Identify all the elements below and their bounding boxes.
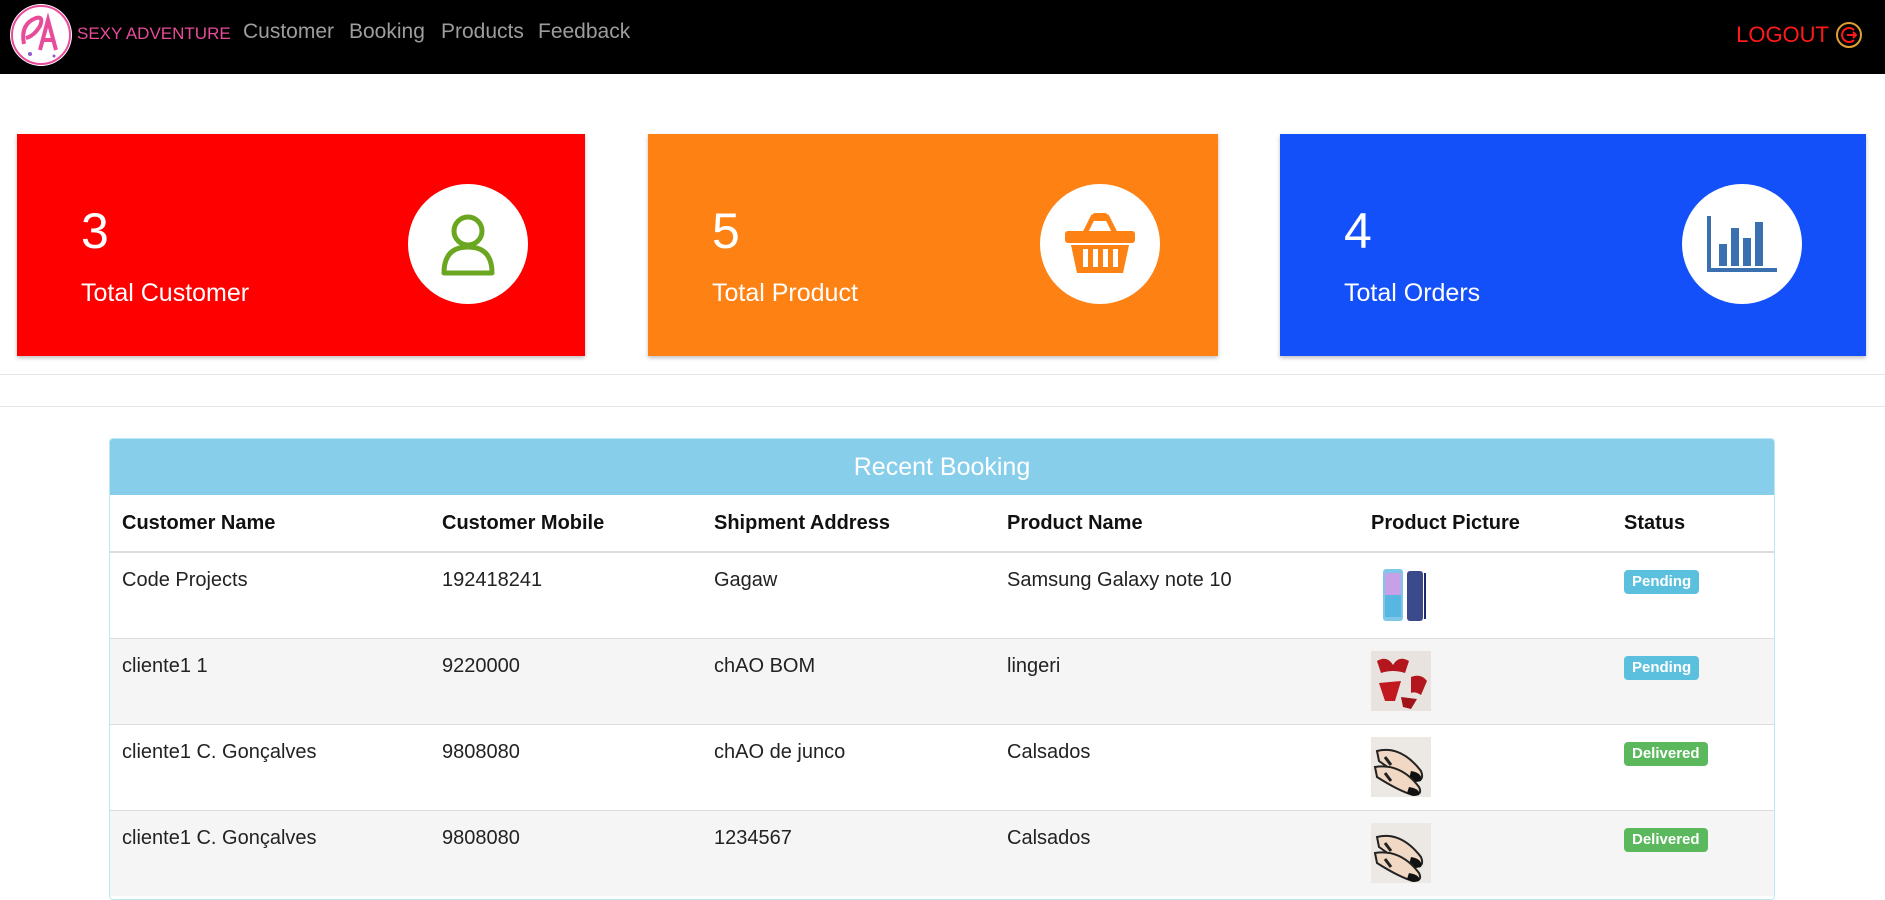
cell-shipment-address: chAO BOM bbox=[702, 638, 995, 725]
nav-booking[interactable]: Booking bbox=[349, 20, 425, 44]
stat-value: 4 bbox=[1344, 203, 1372, 259]
stat-label: Total Orders bbox=[1344, 279, 1481, 307]
stat-icon-circle bbox=[1682, 184, 1802, 304]
col-customer-name: Customer Name bbox=[110, 495, 430, 553]
cell-customer-mobile: 9220000 bbox=[430, 638, 702, 725]
cell-product-picture bbox=[1359, 724, 1612, 811]
cell-customer-name: cliente1 1 bbox=[110, 638, 430, 725]
col-shipment-address: Shipment Address bbox=[702, 495, 995, 553]
cell-customer-name: Code Projects bbox=[110, 551, 430, 639]
col-product-picture: Product Picture bbox=[1359, 495, 1612, 553]
cell-customer-mobile: 192418241 bbox=[430, 551, 702, 639]
cell-status: Pending bbox=[1612, 638, 1774, 725]
stat-label: Total Customer bbox=[81, 279, 250, 307]
stat-icon-circle bbox=[408, 184, 528, 304]
booking-table: Customer Name Customer Mobile Shipment A… bbox=[110, 495, 1774, 896]
cell-status: Delivered bbox=[1612, 724, 1774, 811]
status-badge: Delivered bbox=[1624, 742, 1708, 766]
status-badge: Pending bbox=[1624, 570, 1700, 594]
stat-icon-circle bbox=[1040, 184, 1160, 304]
nav-products[interactable]: Products bbox=[441, 20, 524, 44]
brand-logo[interactable] bbox=[10, 4, 72, 66]
cell-status: Pending bbox=[1612, 551, 1774, 639]
table-row: cliente1 1 9220000 chAO BOM lingeri Pend… bbox=[110, 638, 1774, 725]
nav-customer[interactable]: Customer bbox=[243, 20, 334, 44]
stat-value: 3 bbox=[81, 203, 109, 259]
stat-value: 5 bbox=[712, 203, 740, 259]
cell-customer-mobile: 9808080 bbox=[430, 724, 702, 811]
recent-booking-panel: Recent Booking Customer Name Customer Mo… bbox=[109, 438, 1775, 900]
basket-icon bbox=[1065, 213, 1135, 273]
bar-chart-icon bbox=[1707, 216, 1777, 272]
col-product-name: Product Name bbox=[995, 495, 1359, 553]
nav-feedback[interactable]: Feedback bbox=[538, 20, 630, 44]
cell-product-name: Samsung Galaxy note 10 bbox=[995, 551, 1359, 639]
cell-shipment-address: 1234567 bbox=[702, 810, 995, 896]
table-row: cliente1 C. Gonçalves 9808080 chAO de ju… bbox=[110, 724, 1774, 811]
brand-name[interactable]: SEXY ADVENTURE bbox=[77, 24, 231, 44]
table-header-row: Customer Name Customer Mobile Shipment A… bbox=[110, 495, 1774, 553]
cell-product-picture bbox=[1359, 551, 1612, 639]
shoes-image bbox=[1371, 737, 1431, 797]
cell-shipment-address: chAO de junco bbox=[702, 724, 995, 811]
top-navbar: SEXY ADVENTURE Customer Booking Products… bbox=[0, 0, 1885, 74]
status-badge: Delivered bbox=[1624, 828, 1708, 852]
stat-label: Total Product bbox=[712, 279, 858, 307]
lingerie-image bbox=[1371, 651, 1431, 711]
cell-status: Delivered bbox=[1612, 810, 1774, 896]
panel-title: Recent Booking bbox=[110, 439, 1774, 495]
shoes-image bbox=[1371, 823, 1431, 883]
cell-product-picture bbox=[1359, 810, 1612, 896]
cell-customer-name: cliente1 C. Gonçalves bbox=[110, 810, 430, 896]
table-row: cliente1 C. Gonçalves 9808080 1234567 Ca… bbox=[110, 810, 1774, 896]
divider bbox=[0, 406, 1885, 407]
cell-customer-name: cliente1 C. Gonçalves bbox=[110, 724, 430, 811]
col-customer-mobile: Customer Mobile bbox=[430, 495, 702, 553]
user-icon bbox=[441, 214, 495, 276]
cell-customer-mobile: 9808080 bbox=[430, 810, 702, 896]
cell-product-name: Calsados bbox=[995, 724, 1359, 811]
divider bbox=[0, 374, 1885, 375]
stat-card-products: 5 Total Product bbox=[648, 134, 1218, 356]
table-row: Code Projects 192418241 Gagaw Samsung Ga… bbox=[110, 551, 1774, 639]
status-badge: Pending bbox=[1624, 656, 1700, 680]
cell-product-picture bbox=[1359, 638, 1612, 725]
cell-product-name: lingeri bbox=[995, 638, 1359, 725]
cell-shipment-address: Gagaw bbox=[702, 551, 995, 639]
logout-icon bbox=[1836, 22, 1862, 48]
logout-label: LOGOUT bbox=[1736, 22, 1829, 47]
logout-button[interactable]: LOGOUT bbox=[1736, 20, 1863, 50]
col-status: Status bbox=[1612, 495, 1774, 553]
stat-card-customers: 3 Total Customer bbox=[17, 134, 585, 356]
cell-product-name: Calsados bbox=[995, 810, 1359, 896]
stat-card-orders: 4 Total Orders bbox=[1280, 134, 1866, 356]
phone-image bbox=[1371, 565, 1431, 625]
